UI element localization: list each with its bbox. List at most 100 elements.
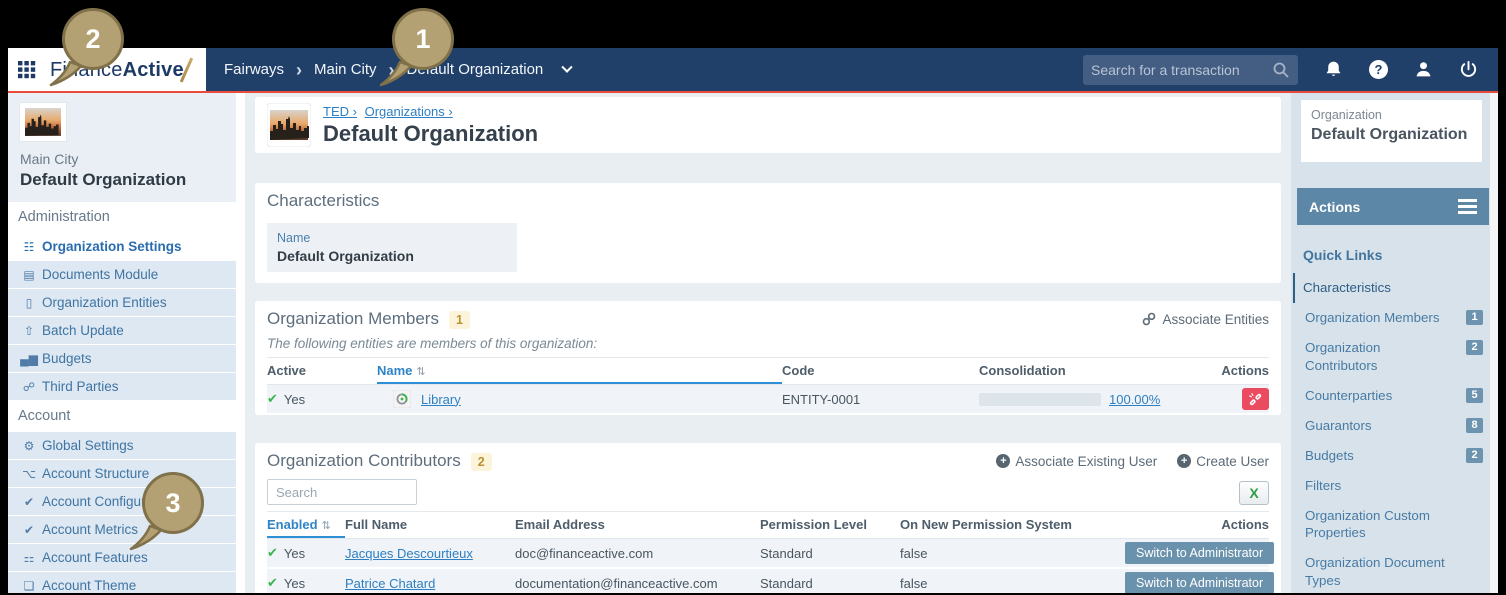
organization-context-card: Organization Default Organization (1301, 100, 1482, 162)
theme-icon: ❏ (18, 579, 40, 593)
consolidation-link[interactable]: 100.00% (1109, 392, 1160, 407)
search-icon[interactable] (1272, 61, 1290, 79)
associate-existing-user-link[interactable]: +Associate Existing User (996, 454, 1157, 469)
column-header-name[interactable]: Name⇅ (377, 358, 782, 384)
check-icon: ✔ (267, 575, 278, 591)
email-value: doc@financeactive.com (515, 546, 760, 561)
quick-link-characteristics[interactable]: Characteristics (1293, 273, 1483, 303)
contributors-count-badge: 2 (471, 453, 492, 471)
create-user-link[interactable]: +Create User (1177, 454, 1269, 469)
associate-entities-link[interactable]: Associate Entities (1142, 312, 1269, 327)
count-badge: 8 (1466, 418, 1483, 433)
contributors-search-input[interactable] (267, 479, 417, 505)
quick-link-filters[interactable]: Filters (1303, 471, 1483, 501)
check-icon: ✔ (267, 545, 278, 561)
switch-to-administrator-button[interactable]: Switch to Administrator (1125, 572, 1274, 593)
members-description: The following entities are members of th… (267, 336, 1269, 351)
quick-link-organization-members[interactable]: Organization Members 1 (1303, 303, 1483, 333)
callout-balloon-1: 1 (378, 4, 464, 97)
quick-links-title: Quick Links (1303, 247, 1490, 263)
column-header-on-new-permission-system[interactable]: On New Permission System (900, 512, 1125, 538)
new-permission-system-value: false (900, 576, 1125, 591)
breadcrumb-ted-link[interactable]: TED › (323, 104, 357, 119)
context-label: Main City (20, 151, 224, 167)
email-value: documentation@financeactive.com (515, 576, 760, 591)
features-icon: ⚏ (18, 551, 40, 565)
callout-balloon-2: 2 (48, 4, 134, 97)
name-field-label: Name (277, 231, 507, 245)
quick-link-organization-document-types[interactable]: Organization Document Types (1303, 548, 1483, 593)
file-icon: ▯ (18, 296, 40, 310)
members-count-badge: 1 (449, 311, 470, 329)
sidebar-item-organization-settings[interactable]: ☷ Organization Settings (8, 233, 236, 261)
logout-power-icon[interactable] (1459, 60, 1478, 79)
column-header-actions[interactable]: Actions (1125, 512, 1269, 538)
sidebar-item-documents-module[interactable]: ▤ Documents Module (8, 261, 236, 289)
sidebar-item-third-parties[interactable]: ☍ Third Parties (8, 373, 236, 401)
quick-link-organization-contributors[interactable]: Organization Contributors 2 (1303, 333, 1483, 381)
help-icon[interactable]: ? (1369, 60, 1388, 79)
members-table-body: ✔Yes Library ENTITY-0001 100.00% (267, 385, 1269, 415)
transaction-search[interactable] (1083, 55, 1298, 85)
column-header-code[interactable]: Code (782, 358, 979, 384)
sidebar-section-administration: Administration (8, 202, 236, 233)
contributor-table-row: ✔Yes Jacques Descourtieux doc@financeact… (267, 539, 1269, 569)
export-excel-button[interactable]: X (1239, 481, 1269, 505)
plus-circle-icon: + (1177, 454, 1191, 468)
app-launcher-grid-icon[interactable] (18, 61, 36, 79)
count-badge: 1 (1466, 310, 1483, 325)
actions-menu-button[interactable]: Actions (1297, 188, 1489, 225)
contributor-table-row: ✔ Yes Patrice Chatard documentation@finan… (267, 569, 1269, 593)
contributor-name-link[interactable]: Patrice Chatard (345, 576, 435, 591)
chevron-down-icon[interactable] (562, 61, 573, 72)
column-header-actions[interactable]: Actions (1189, 358, 1269, 384)
upload-icon: ⇧ (18, 324, 40, 338)
column-header-enabled[interactable]: Enabled⇅ (267, 512, 345, 538)
breadcrumb-main-city[interactable]: Main City (314, 61, 377, 78)
quick-link-budgets[interactable]: Budgets 2 (1303, 441, 1483, 471)
member-table-row: ✔Yes Library ENTITY-0001 100.00% (267, 385, 1269, 415)
active-value: Yes (284, 392, 305, 407)
search-input[interactable] (1091, 62, 1272, 78)
contributors-table-body: ✔ Yes Jacques Descourtieux doc@financeact… (267, 539, 1269, 593)
entity-link[interactable]: Library (421, 392, 461, 407)
user-account-icon[interactable] (1414, 60, 1433, 79)
sidebar-item-budgets[interactable]: ▄▆ Budgets (8, 345, 236, 373)
breadcrumb-organizations-link[interactable]: Organizations › (365, 104, 453, 119)
column-header-full-name[interactable]: Full Name (345, 512, 515, 538)
column-header-permission-level[interactable]: Permission Level (760, 512, 900, 538)
main-content: TED › Organizations › Default Organizati… (245, 93, 1291, 593)
contributor-name-link[interactable]: Jacques Descourtieux (345, 546, 473, 561)
sitemap-icon: ☷ (18, 240, 40, 254)
gear-icon: ⚙ (18, 439, 40, 453)
organization-contributors-panel: Organization Contributors2 +Associate Ex… (255, 443, 1281, 593)
financeactive-organization-page: FinanceActive Fairways › Main City › Def… (0, 0, 1506, 595)
sidebar-item-batch-update[interactable]: ⇧ Batch Update (8, 317, 236, 345)
count-badge: 2 (1466, 340, 1483, 355)
sidebar-item-account-theme[interactable]: ❏ Account Theme (8, 572, 236, 593)
metrics-icon: ✔ (18, 523, 40, 537)
switch-to-administrator-button[interactable]: Switch to Administrator (1125, 542, 1274, 564)
sidebar-context-block: Main City Default Organization (8, 93, 236, 202)
enabled-value: Yes (284, 576, 305, 591)
quick-link-counterparties[interactable]: Counterparties 5 (1303, 381, 1483, 411)
code-value: ENTITY-0001 (782, 392, 979, 407)
breadcrumb-fairways[interactable]: Fairways (224, 61, 284, 78)
count-badge: 2 (1466, 448, 1483, 463)
scrollbar-track[interactable] (1490, 93, 1498, 593)
new-permission-system-value: false (900, 546, 1125, 561)
dissociate-entity-button[interactable] (1242, 388, 1269, 410)
hierarchy-icon: ⌥ (18, 467, 40, 481)
sidebar-item-global-settings[interactable]: ⚙ Global Settings (8, 432, 236, 460)
column-header-email-address[interactable]: Email Address (515, 512, 760, 538)
column-header-consolidation[interactable]: Consolidation (979, 358, 1189, 384)
sidebar-item-organization-entities[interactable]: ▯ Organization Entities (8, 289, 236, 317)
count-badge: 5 (1466, 388, 1483, 403)
quick-links-list: Characteristics Organization Members 1 O… (1303, 273, 1483, 593)
quick-link-guarantors[interactable]: Guarantors 8 (1303, 411, 1483, 441)
column-header-active[interactable]: Active (267, 358, 377, 384)
configuration-icon: ✔ (18, 495, 40, 509)
quick-link-organization-custom-properties[interactable]: Organization Custom Properties (1303, 501, 1483, 549)
notifications-bell-icon[interactable] (1324, 60, 1343, 79)
sidebar-section-account: Account (8, 401, 236, 432)
